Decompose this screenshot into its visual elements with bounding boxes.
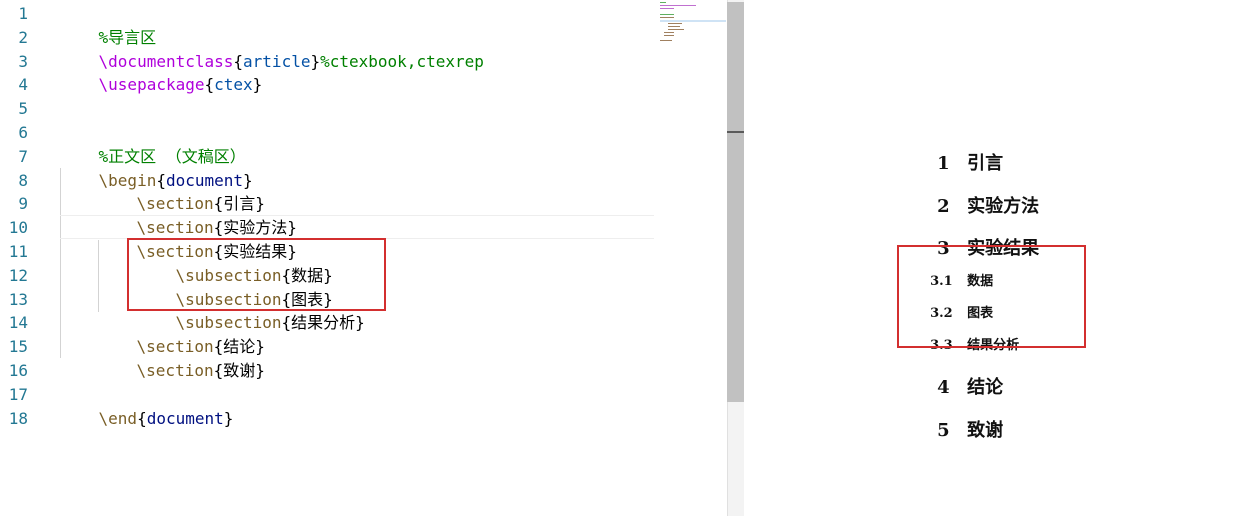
- toc-section-5[interactable]: 5 致谢: [912, 395, 1003, 463]
- code-line-6[interactable]: %正文区 （文稿区）: [60, 121, 246, 166]
- line-number: 18: [8, 408, 28, 428]
- minimap-line: [660, 40, 672, 41]
- code-line-3[interactable]: \usepackage{ctex}: [60, 50, 263, 94]
- minimap-line: [660, 5, 696, 6]
- line-number: 15: [8, 337, 28, 357]
- line-number: 17: [8, 384, 28, 404]
- code-line-17[interactable]: \end{document}: [60, 383, 234, 428]
- code-line-15[interactable]: \section{致谢}: [98, 335, 265, 380]
- line-number: 2: [18, 27, 28, 47]
- pdf-preview[interactable]: 1 引言 2 实验方法 3 实验结果 3.1 数据 3.2 图表 3.3 结果分析 4 结论 …: [745, 0, 1249, 516]
- latex-command: \section: [136, 360, 214, 380]
- code-line-14[interactable]: \section{结论}: [98, 311, 265, 356]
- latex-editor[interactable]: 1 2 3 4 5 6 7 8 9 10 11 12 13 14 15 16 1…: [0, 0, 727, 516]
- code-line-9[interactable]: \section{实验方法}: [98, 192, 297, 237]
- brace: {: [204, 75, 215, 95]
- minimap-line: [660, 8, 674, 9]
- line-number: 4: [18, 75, 28, 95]
- brace: }: [355, 313, 365, 333]
- brace: }: [255, 360, 265, 380]
- brace: }: [252, 75, 263, 95]
- latex-command: \end: [98, 408, 138, 428]
- annotation-box-preview: [897, 245, 1086, 348]
- line-number: 11: [8, 242, 28, 261]
- brace: {: [137, 408, 147, 428]
- line-number: 3: [18, 51, 28, 71]
- brace: {: [213, 360, 224, 380]
- command-argument: ctex: [214, 75, 253, 95]
- code-line-8[interactable]: \section{引言}: [98, 169, 265, 213]
- code-line-7[interactable]: \begin{document}: [60, 145, 253, 190]
- code-line-2[interactable]: \documentclass{article}%ctexbook,ctexrep: [60, 26, 484, 71]
- toc-number: 5: [937, 420, 950, 441]
- minimap-line: [660, 2, 666, 3]
- line-number: 12: [8, 265, 28, 285]
- minimap-line: [668, 26, 680, 27]
- latex-command: \usepackage: [98, 75, 205, 95]
- annotation-box-source: [127, 238, 386, 311]
- line-number: 7: [18, 146, 28, 166]
- brace: {: [281, 313, 292, 333]
- command-argument: document: [146, 408, 224, 428]
- command-argument: 致谢: [223, 360, 256, 380]
- minimap-line: [660, 17, 674, 18]
- minimap-line: [664, 35, 674, 36]
- line-number: 9: [18, 194, 28, 214]
- minimap-line: [668, 29, 684, 30]
- brace: }: [223, 408, 234, 428]
- toc-title: 致谢: [967, 420, 1004, 441]
- minimap[interactable]: [660, 2, 726, 42]
- minimap-line: [660, 14, 674, 15]
- line-number: 1: [18, 4, 28, 23]
- brace: }: [310, 51, 321, 71]
- line-number: 14: [8, 313, 28, 333]
- command-argument: 结果分析: [291, 313, 356, 333]
- scrollbar-cursor-marker: [727, 131, 744, 133]
- minimap-viewport: [660, 20, 726, 22]
- line-number: 13: [8, 289, 28, 309]
- minimap-line: [664, 32, 674, 33]
- comment-text: %ctexbook,ctexrep: [320, 51, 484, 71]
- line-number: 8: [18, 170, 28, 190]
- scrollbar-thumb[interactable]: [727, 2, 744, 402]
- line-number: 5: [18, 99, 28, 119]
- line-number: 16: [8, 361, 28, 380]
- code-line-1[interactable]: %导言区: [60, 2, 157, 47]
- minimap-line: [668, 23, 682, 24]
- code-line-10[interactable]: \section{实验结果}: [98, 216, 297, 261]
- line-number: 10: [8, 218, 28, 238]
- line-number: 6: [18, 123, 28, 142]
